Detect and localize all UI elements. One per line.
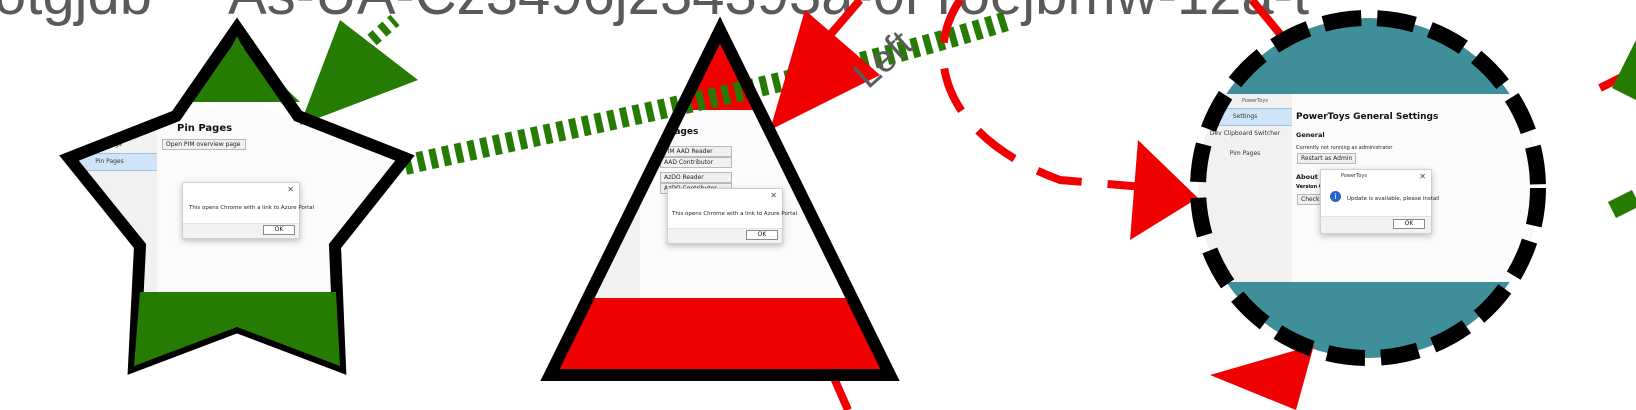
green-dotted-connector [402, 10, 1014, 175]
green-dotted-stub [367, 14, 400, 46]
red-connector-bottom [830, 376, 852, 410]
green-arrowhead-right [1612, 40, 1636, 100]
red-connector-top [826, 0, 864, 38]
red-arrowhead-circle [1130, 140, 1198, 240]
circle-frame [1190, 10, 1546, 366]
green-line-right [1607, 189, 1636, 219]
green-arrowhead [300, 20, 418, 125]
red-arrowhead-bottom [1210, 345, 1314, 410]
annotation-overlay: Left [59, 0, 1636, 410]
